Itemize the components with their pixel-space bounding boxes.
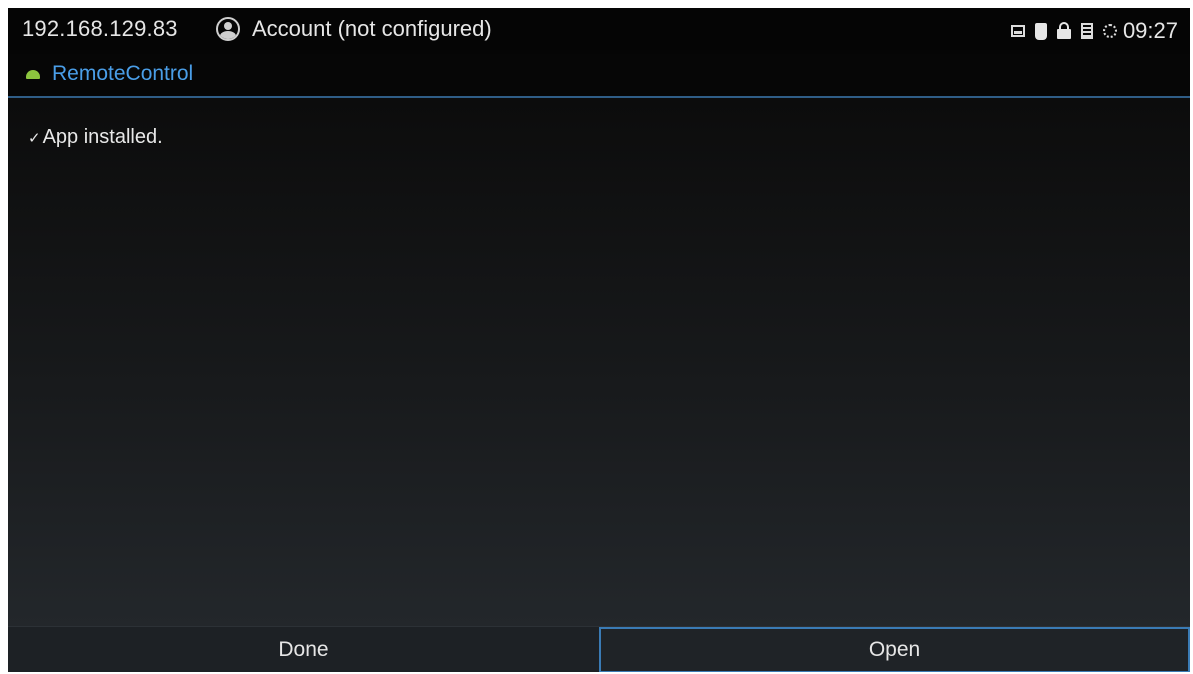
status-icons: 09:27 [1010,18,1178,44]
title-bar: RemoteControl [8,54,1190,98]
account-circle-icon [216,17,240,41]
image-icon [1010,25,1025,37]
clock: 09:27 [1122,18,1178,43]
sd-card-icon [1080,23,1093,39]
app-title: RemoteControl [52,62,194,85]
account-status: Account (not configured) [216,16,492,42]
done-button[interactable]: Done [8,627,599,672]
install-result-panel: ✓ App installed. [8,98,1190,626]
button-bar: Done Open [8,626,1190,672]
sync-icon [1102,24,1117,38]
open-button[interactable]: Open [599,627,1190,672]
usb-icon [1034,22,1047,40]
account-label: Account (not configured) [252,16,492,41]
check-icon: ✓ [28,129,41,147]
ip-address: 192.168.129.83 [22,16,178,41]
android-icon [26,70,40,79]
status-bar: 192.168.129.83 Account (not configured) … [8,8,1190,54]
lock-icon [1056,22,1071,39]
installer-screen: 192.168.129.83 Account (not configured) … [8,8,1190,672]
install-message: ✓ App installed. [28,126,163,149]
install-message-text: App installed. [42,126,163,148]
